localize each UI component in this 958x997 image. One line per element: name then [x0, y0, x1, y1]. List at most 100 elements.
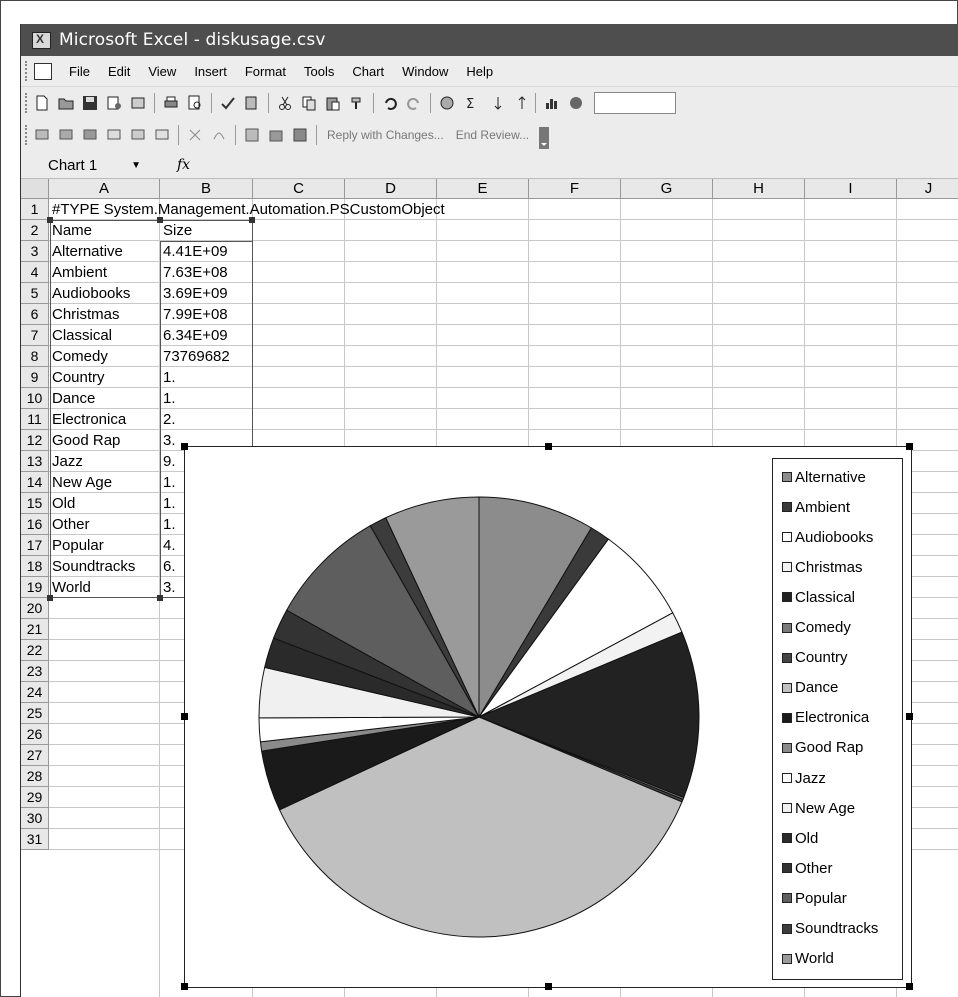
next-comment-icon[interactable] [82, 127, 98, 143]
previous-comment-icon[interactable] [58, 127, 74, 143]
column-header-h[interactable]: H [713, 179, 805, 199]
column-header-f[interactable]: F [529, 179, 621, 199]
range-handle[interactable] [47, 595, 53, 601]
column-header-j[interactable]: J [897, 179, 958, 199]
range-handle[interactable] [249, 217, 255, 223]
column-header-i[interactable]: I [805, 179, 897, 199]
menu-grip-handle[interactable] [25, 61, 30, 81]
row-header-12[interactable]: 12 [21, 430, 49, 451]
copy-icon[interactable] [301, 95, 317, 111]
redo-icon[interactable] [406, 95, 422, 111]
row-header-4[interactable]: 4 [21, 262, 49, 283]
range-handle[interactable] [47, 217, 53, 223]
permission-icon[interactable] [106, 95, 122, 111]
legend-item[interactable]: Audiobooks [782, 527, 873, 547]
row-header-8[interactable]: 8 [21, 346, 49, 367]
toolbar-grip-handle[interactable] [25, 125, 30, 145]
row-header-30[interactable]: 30 [21, 808, 49, 829]
show-ink-icon[interactable] [154, 127, 170, 143]
chart-resize-handle[interactable] [545, 983, 552, 990]
chart-resize-handle[interactable] [545, 443, 552, 450]
legend-item[interactable]: Soundtracks [782, 919, 878, 939]
row-header-28[interactable]: 28 [21, 766, 49, 787]
paste-icon[interactable] [325, 95, 341, 111]
legend-item[interactable]: Country [782, 648, 848, 668]
menu-insert[interactable]: Insert [194, 64, 227, 79]
row-header-9[interactable]: 9 [21, 367, 49, 388]
row-header-19[interactable]: 19 [21, 577, 49, 598]
column-header-a[interactable]: A [49, 179, 160, 199]
column-header-b[interactable]: B [160, 179, 253, 199]
row-header-31[interactable]: 31 [21, 829, 49, 850]
menu-file[interactable]: File [69, 64, 90, 79]
menu-chart[interactable]: Chart [352, 64, 384, 79]
name-box[interactable]: Chart 1 ▼ [21, 154, 151, 176]
row-header-6[interactable]: 6 [21, 304, 49, 325]
range-handle[interactable] [157, 217, 163, 223]
row-header-1[interactable]: 1 [21, 199, 49, 220]
row-header-27[interactable]: 27 [21, 745, 49, 766]
row-header-16[interactable]: 16 [21, 514, 49, 535]
row-header-14[interactable]: 14 [21, 472, 49, 493]
email-icon[interactable] [130, 95, 146, 111]
excel-app-icon[interactable] [32, 31, 51, 49]
toolbar-options-icon[interactable] [539, 127, 555, 149]
row-header-25[interactable]: 25 [21, 703, 49, 724]
delete-comment-icon[interactable] [187, 127, 203, 143]
menu-help[interactable]: Help [466, 64, 493, 79]
print-preview-icon[interactable] [187, 95, 203, 111]
legend-item[interactable]: Comedy [782, 618, 851, 638]
legend-item[interactable]: Electronica [782, 708, 869, 728]
column-header-c[interactable]: C [253, 179, 345, 199]
range-handle[interactable] [157, 595, 163, 601]
column-header-g[interactable]: G [621, 179, 713, 199]
row-header-17[interactable]: 17 [21, 535, 49, 556]
row-header-10[interactable]: 10 [21, 388, 49, 409]
row-header-22[interactable]: 22 [21, 640, 49, 661]
pie-chart[interactable]: Alternative Ambient Audiobooks Christmas Cla… [181, 443, 913, 990]
legend-item[interactable]: Old [782, 828, 818, 848]
print-icon[interactable] [163, 95, 179, 111]
row-header-13[interactable]: 13 [21, 451, 49, 472]
show-comment-icon[interactable] [106, 127, 122, 143]
row-header-2[interactable]: 2 [21, 220, 49, 241]
chart-resize-handle[interactable] [181, 443, 188, 450]
sort-descending-icon[interactable] [511, 95, 527, 111]
format-painter-icon[interactable] [349, 95, 365, 111]
column-header-d[interactable]: D [345, 179, 437, 199]
reply-with-changes-button[interactable]: Reply with Changes... [327, 128, 444, 142]
new-comment-icon[interactable] [34, 127, 50, 143]
chart-resize-handle[interactable] [181, 713, 188, 720]
chart-legend[interactable]: Alternative Ambient Audiobooks Christmas Cla… [772, 458, 903, 980]
legend-item[interactable]: New Age [782, 798, 855, 818]
chevron-down-icon[interactable]: ▼ [131, 160, 141, 171]
legend-item[interactable]: World [782, 949, 834, 969]
insert-function-icon[interactable]: fx [177, 157, 190, 173]
delete-ink-icon[interactable] [211, 127, 227, 143]
chart-resize-handle[interactable] [906, 713, 913, 720]
chart-resize-handle[interactable] [181, 983, 188, 990]
menu-tools[interactable]: Tools [304, 64, 334, 79]
new-icon[interactable] [34, 95, 50, 111]
row-header-21[interactable]: 21 [21, 619, 49, 640]
hyperlink-icon[interactable] [439, 95, 455, 111]
menu-edit[interactable]: Edit [108, 64, 130, 79]
sort-ascending-icon[interactable] [487, 95, 503, 111]
row-header-29[interactable]: 29 [21, 787, 49, 808]
chart-resize-handle[interactable] [906, 443, 913, 450]
toolbar-grip-handle[interactable] [25, 93, 30, 113]
legend-item[interactable]: Alternative [782, 467, 866, 487]
legend-item[interactable]: Ambient [782, 497, 850, 517]
row-header-5[interactable]: 5 [21, 283, 49, 304]
legend-item[interactable]: Other [782, 858, 833, 878]
row-header-23[interactable]: 23 [21, 661, 49, 682]
row-header-26[interactable]: 26 [21, 724, 49, 745]
row-header-24[interactable]: 24 [21, 682, 49, 703]
chart-resize-handle[interactable] [906, 983, 913, 990]
menu-format[interactable]: Format [245, 64, 286, 79]
legend-item[interactable]: Popular [782, 888, 847, 908]
create-task-icon[interactable] [244, 127, 260, 143]
cut-icon[interactable] [277, 95, 293, 111]
drawing-icon[interactable] [568, 95, 584, 111]
update-file-icon[interactable] [268, 127, 284, 143]
